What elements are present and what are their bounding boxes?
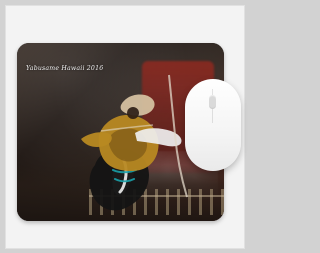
- yabusame-rider-illustration: [81, 74, 188, 211]
- rider-face: [127, 107, 139, 119]
- mouse-wheel: [209, 95, 216, 109]
- product-scene: Yabusame Hawaii 2016: [0, 0, 251, 253]
- computer-mouse: [185, 79, 241, 171]
- mousepad-caption: Yabusame Hawaii 2016: [26, 65, 104, 72]
